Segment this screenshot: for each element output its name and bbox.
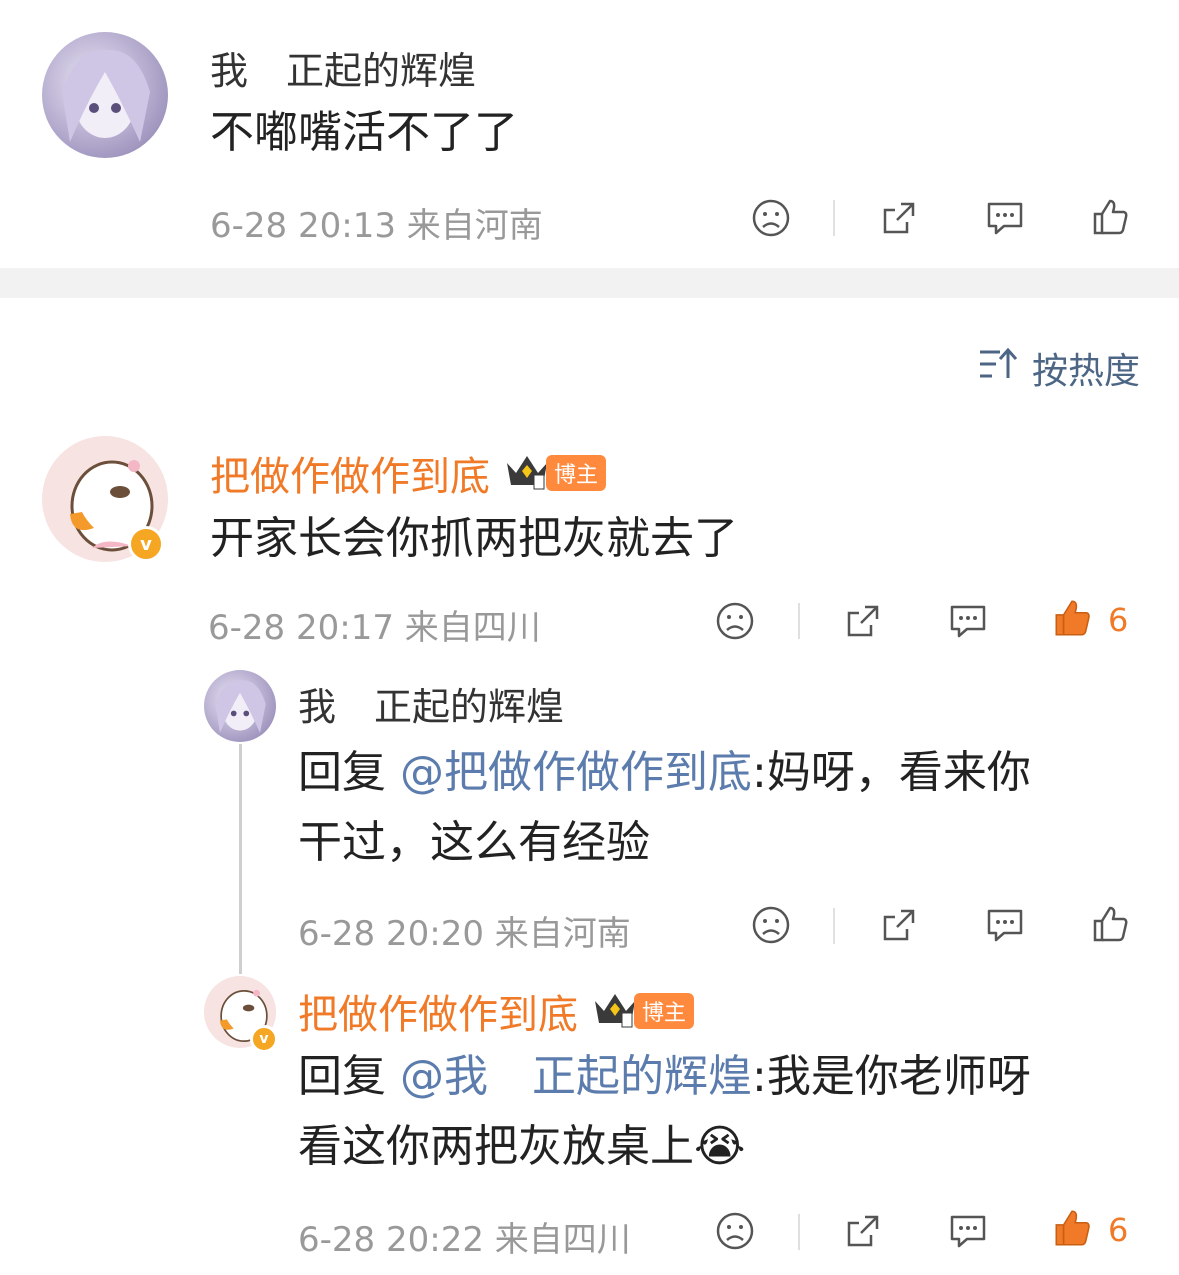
share-icon[interactable]: [840, 598, 886, 644]
comment-author-name[interactable]: 把做作做作到底: [210, 444, 490, 502]
crown-icon: [592, 989, 638, 1033]
comment-text: 开家长会你抓两把灰就去了: [210, 513, 738, 564]
like-button[interactable]: 6: [1050, 596, 1128, 644]
comment-icon[interactable]: [982, 195, 1028, 241]
reply-meta: 6-28 20:22 来自四川: [298, 1220, 631, 1260]
reply-text: 回复 @把做作做作到底:妈呀，看来你 干过，这么有经验: [298, 738, 1158, 878]
reply-text-line-2: 看这你两把灰放桌上😭: [298, 1112, 1158, 1182]
like-count: 6: [1108, 1211, 1129, 1249]
sad-face-icon[interactable]: [712, 598, 758, 644]
sad-face-icon[interactable]: [748, 195, 794, 241]
post-author-avatar[interactable]: [42, 32, 168, 158]
reply-text-line-1: 回复 @把做作做作到底:妈呀，看来你: [298, 738, 1158, 808]
reply-text-rest: :我是你老师呀: [752, 1051, 1031, 1102]
reply-mention-link[interactable]: @我 正起的辉煌: [400, 1051, 752, 1102]
sad-face-icon[interactable]: [712, 1208, 758, 1254]
post-text: 不嘟嘴活不了了: [210, 107, 518, 158]
blogger-badge: 博主: [504, 451, 607, 495]
reply-thread-line: [239, 744, 242, 974]
like-count: 6: [1108, 601, 1129, 639]
comment-meta: 6-28 20:17 来自四川: [208, 608, 541, 648]
action-separator: [798, 603, 800, 639]
reply-prefix: 回复: [298, 747, 400, 798]
thumbs-up-icon[interactable]: [1086, 900, 1134, 948]
crown-icon: [504, 451, 550, 495]
blogger-badge-label: 博主: [634, 993, 695, 1029]
reply-text-line-1: 回复 @我 正起的辉煌:我是你老师呀: [298, 1042, 1158, 1112]
reply-meta: 6-28 20:20 来自河南: [298, 914, 631, 954]
post-meta: 6-28 20:13 来自河南: [210, 206, 543, 246]
share-icon[interactable]: [840, 1208, 886, 1254]
comment-icon[interactable]: [945, 598, 991, 644]
reply-text-line-2: 干过，这么有经验: [298, 817, 650, 868]
reply-mention-link[interactable]: @把做作做作到底: [400, 747, 752, 798]
share-icon[interactable]: [876, 902, 922, 948]
sort-by-hot-button[interactable]: 按热度: [978, 342, 1140, 394]
reply-text-rest: :妈呀，看来你: [752, 747, 1031, 798]
action-separator: [833, 908, 835, 944]
verified-badge: v: [250, 1025, 278, 1053]
blogger-badge: 博主: [592, 989, 695, 1033]
comment-author-row: 把做作做作到底 博主: [210, 444, 607, 502]
like-button[interactable]: 6: [1050, 1206, 1128, 1254]
reply-author-row: 把做作做作到底 博主: [298, 982, 695, 1040]
action-separator: [798, 1214, 800, 1250]
section-divider: [0, 268, 1179, 298]
reply-author-avatar[interactable]: [204, 670, 276, 742]
comment-icon[interactable]: [945, 1208, 991, 1254]
action-separator: [833, 200, 835, 236]
thumbs-up-icon[interactable]: [1086, 193, 1134, 241]
sort-label: 按热度: [1032, 351, 1141, 392]
verified-badge: v: [128, 526, 164, 562]
comment-icon[interactable]: [982, 902, 1028, 948]
crying-emoji-icon: 😭: [694, 1121, 746, 1172]
thumbs-up-icon: [1050, 596, 1094, 644]
reply-text: 回复 @我 正起的辉煌:我是你老师呀 看这你两把灰放桌上😭: [298, 1042, 1158, 1182]
reply-author-name[interactable]: 把做作做作到底: [298, 982, 578, 1040]
share-icon[interactable]: [876, 195, 922, 241]
sad-face-icon[interactable]: [748, 902, 794, 948]
reply-text-line-2-text: 看这你两把灰放桌上: [298, 1121, 694, 1172]
thumbs-up-icon: [1050, 1206, 1094, 1254]
blogger-badge-label: 博主: [546, 455, 607, 491]
post-author-name[interactable]: 我 正起的辉煌: [210, 40, 476, 95]
sort-icon: [978, 346, 1018, 391]
reply-prefix: 回复: [298, 1051, 400, 1102]
reply-author-name[interactable]: 我 正起的辉煌: [298, 676, 564, 731]
